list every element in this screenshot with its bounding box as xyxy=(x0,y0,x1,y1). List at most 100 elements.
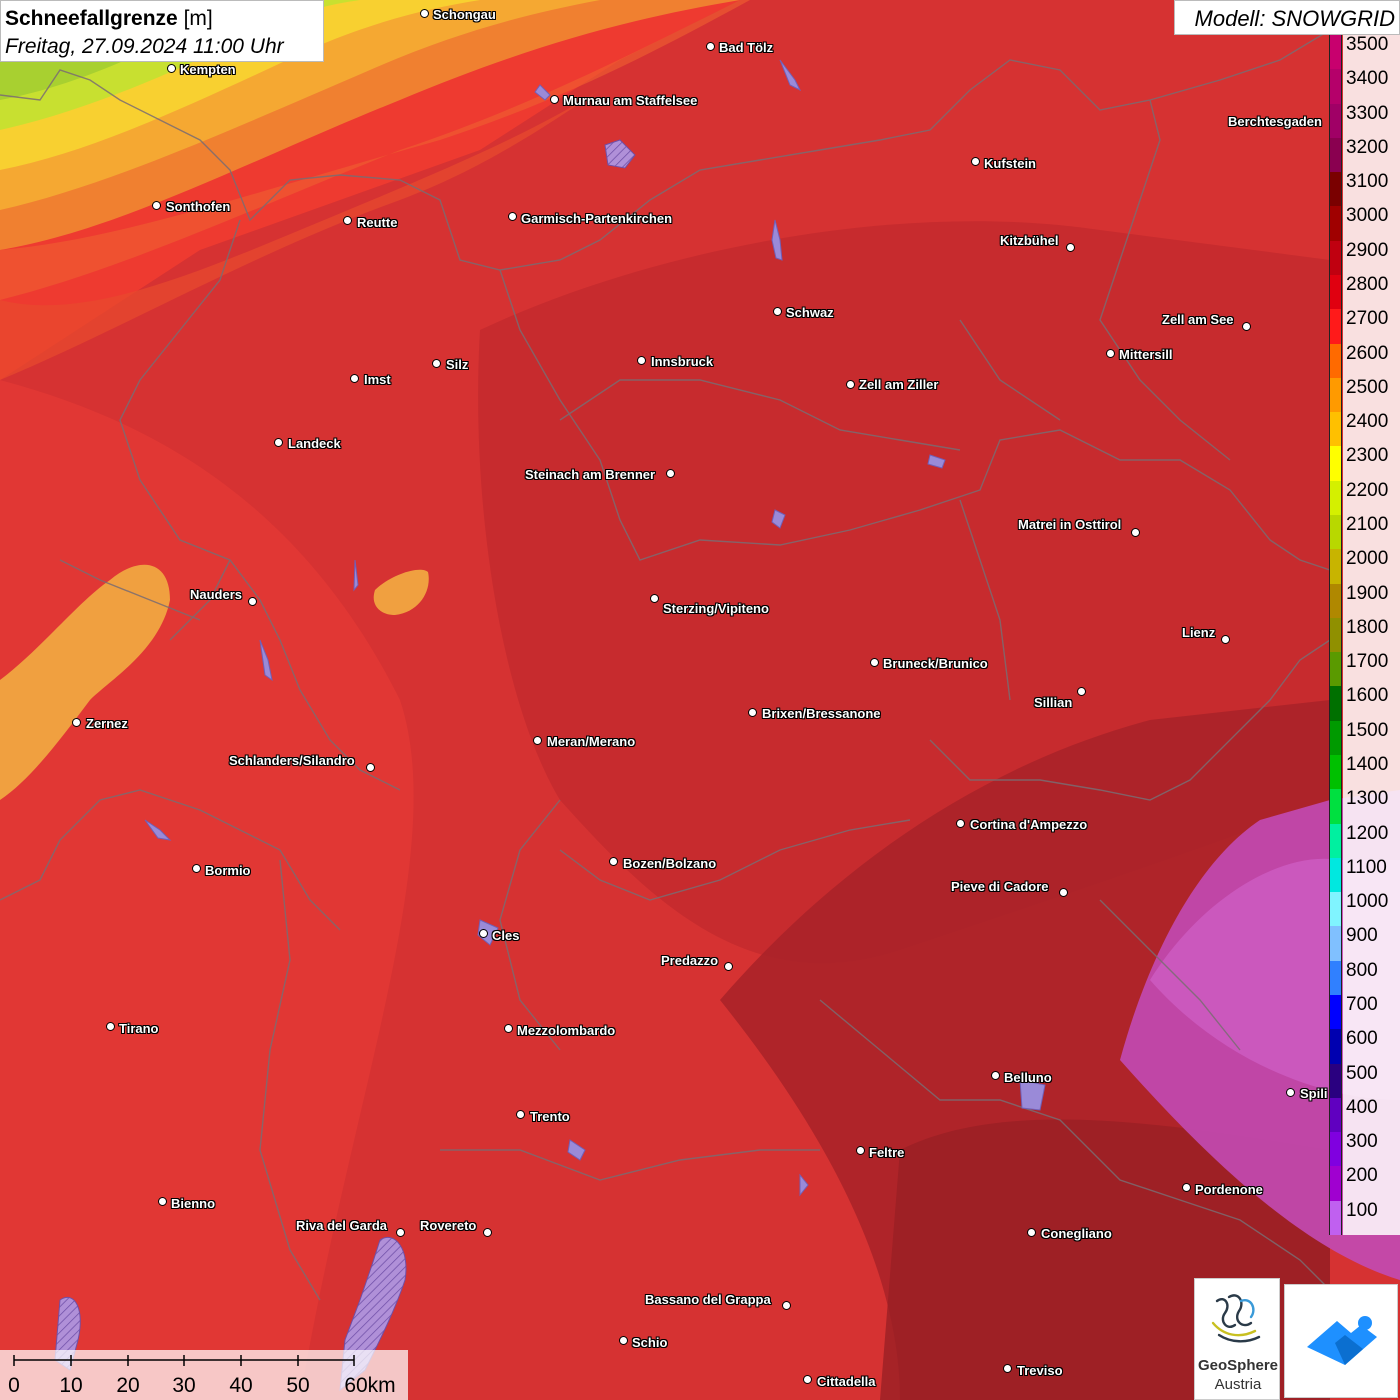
legend-swatch xyxy=(1329,343,1342,378)
geosphere-emblem-icon xyxy=(1211,1294,1261,1343)
legend-label: 3400 xyxy=(1343,69,1400,104)
city-dot xyxy=(516,1110,525,1119)
city-dot xyxy=(609,857,618,866)
city-label: Landeck xyxy=(288,436,341,451)
legend-label: 2500 xyxy=(1343,377,1400,413)
scale-label: 50 xyxy=(286,1374,310,1397)
legend-swatch xyxy=(1329,412,1342,447)
legend-label: 1800 xyxy=(1343,617,1400,653)
title-text: Schneefallgrenze xyxy=(5,7,178,30)
legend-swatch xyxy=(1329,103,1342,138)
city-label: Kitzbühel xyxy=(1000,233,1059,248)
legend-swatch xyxy=(1329,926,1342,961)
legend-label: 200 xyxy=(1343,1166,1400,1201)
city-dot xyxy=(773,307,782,316)
legend-label: 2800 xyxy=(1343,274,1400,310)
scale-label: 10 xyxy=(59,1374,83,1397)
scale-label: 0 xyxy=(8,1374,20,1397)
city-label: Riva del Garda xyxy=(296,1218,388,1233)
geosphere-logo[interactable]: GeoSphere Austria xyxy=(1194,1278,1280,1400)
city-label: Lienz xyxy=(1182,625,1216,640)
city-dot xyxy=(420,9,429,18)
legend-label: 3500 xyxy=(1343,34,1400,70)
legend-label: 3100 xyxy=(1343,172,1400,207)
scale-label: 40 xyxy=(229,1374,253,1397)
city-dot xyxy=(248,597,257,606)
city-label: Steinach am Brenner xyxy=(525,467,656,482)
legend-label: 500 xyxy=(1343,1063,1400,1098)
city-label: Pordenone xyxy=(1195,1182,1263,1197)
legend-label: 2100 xyxy=(1343,514,1400,550)
city-label: Kempten xyxy=(180,62,236,77)
scale-label: 60km xyxy=(344,1374,396,1397)
legend-label: 2900 xyxy=(1343,240,1400,275)
city-dot xyxy=(106,1022,115,1031)
app-logo[interactable] xyxy=(1284,1284,1398,1398)
legend-row: 1800 xyxy=(1329,617,1400,653)
city-dot xyxy=(1059,888,1068,897)
city-dot xyxy=(619,1336,628,1345)
city-dot xyxy=(366,763,375,772)
legend-label: 1000 xyxy=(1343,892,1400,927)
legend-label: 800 xyxy=(1343,960,1400,995)
city-label: Bassano del Grappa xyxy=(645,1292,771,1307)
city-dot xyxy=(550,95,559,104)
city-dot xyxy=(1286,1088,1295,1097)
legend-row: 3200 xyxy=(1329,137,1400,173)
legend-label: 900 xyxy=(1343,926,1400,961)
city-dot xyxy=(504,1024,513,1033)
city-label: Mezzolombardo xyxy=(517,1023,616,1038)
legend-swatch xyxy=(1329,446,1342,481)
legend-row: 300 xyxy=(1329,1132,1400,1167)
city-dot xyxy=(396,1228,405,1237)
legend-swatch xyxy=(1329,240,1342,275)
city-dot xyxy=(782,1301,791,1310)
city-label: Schlanders/Silandro xyxy=(229,753,355,768)
legend-swatch xyxy=(1329,960,1342,995)
legend-swatch xyxy=(1329,755,1342,790)
legend-row: 2200 xyxy=(1329,480,1400,515)
legend-swatch xyxy=(1329,857,1342,893)
legend-swatch xyxy=(1329,137,1342,173)
legend-label: 2300 xyxy=(1343,446,1400,481)
legend-row: 1000 xyxy=(1329,892,1400,927)
legend-row: 2500 xyxy=(1329,377,1400,413)
city-label: Spili xyxy=(1300,1086,1328,1101)
city-label: Bozen/Bolzano xyxy=(623,856,717,871)
city-dot xyxy=(637,356,646,365)
city-label: Bad Tölz xyxy=(719,40,774,55)
city-label: Feltre xyxy=(869,1145,905,1160)
legend-row: 500 xyxy=(1329,1063,1400,1098)
legend-swatch xyxy=(1329,1166,1342,1201)
city-dot xyxy=(650,594,659,603)
city-dot xyxy=(1131,528,1140,537)
legend-label: 300 xyxy=(1343,1132,1400,1167)
legend-label: 100 xyxy=(1343,1200,1400,1235)
legend-label: 3200 xyxy=(1343,137,1400,173)
legend-row: 700 xyxy=(1329,994,1400,1030)
legend-row: 3300 xyxy=(1329,103,1400,138)
city-dot xyxy=(432,359,441,368)
legend-swatch xyxy=(1329,480,1342,515)
legend-swatch xyxy=(1329,583,1342,618)
legend-swatch xyxy=(1329,892,1342,927)
city-dot xyxy=(846,380,855,389)
city-label: Schwaz xyxy=(786,305,834,320)
city-label: Zernez xyxy=(86,716,128,731)
city-label: Cortina d'Ampezzo xyxy=(970,817,1088,832)
color-legend: 3500 3400 3300 3200 3100 3000 2900 2800 2700 2600… xyxy=(1329,34,1400,1235)
map-title: Schneefallgrenze [m] xyxy=(5,7,213,31)
legend-swatch xyxy=(1329,309,1342,344)
legend-row: 2800 xyxy=(1329,274,1400,310)
city-dot xyxy=(971,157,980,166)
city-dot xyxy=(350,374,359,383)
city-dot xyxy=(152,201,161,210)
legend-swatch xyxy=(1329,275,1342,310)
legend-label: 2600 xyxy=(1343,343,1400,378)
mountain-app-icon xyxy=(1307,1316,1377,1365)
legend-swatch xyxy=(1329,69,1342,104)
city-label: Treviso xyxy=(1017,1363,1063,1378)
legend-row: 2400 xyxy=(1329,412,1400,447)
legend-swatch xyxy=(1329,686,1342,721)
city-label: Bormio xyxy=(205,863,251,878)
